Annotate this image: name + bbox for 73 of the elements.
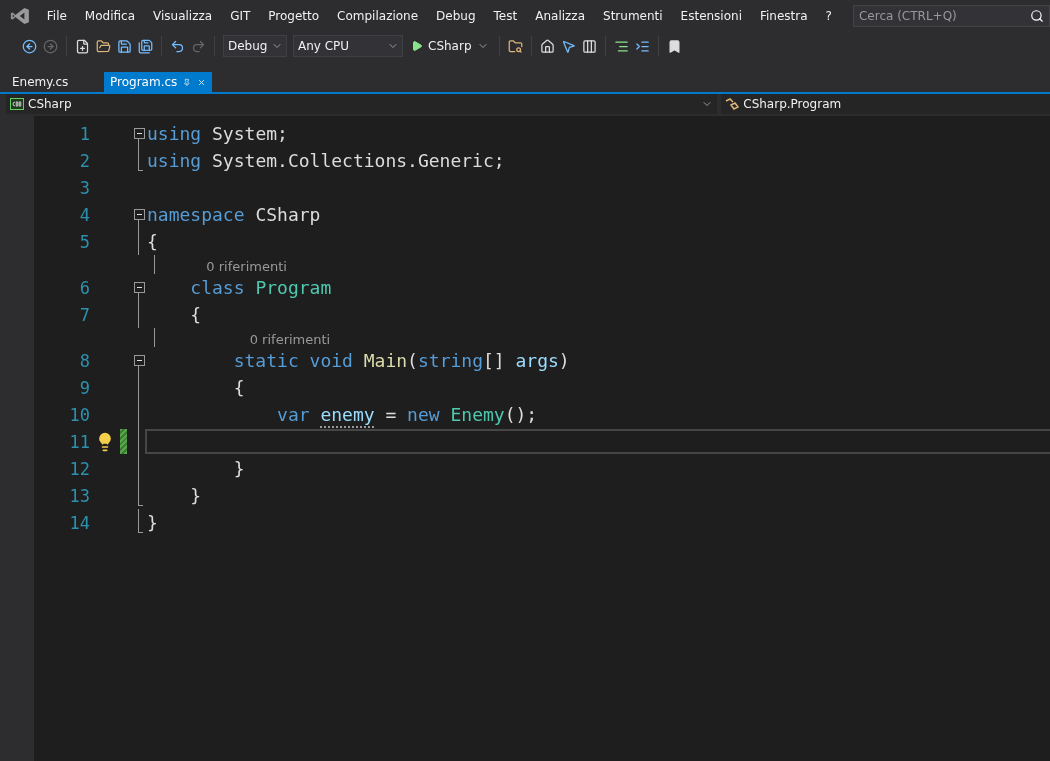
line-number: 11	[68, 431, 90, 452]
code-line: {	[146, 230, 159, 254]
code-line: var enemy = new Enemy();	[276, 403, 539, 427]
line-number: 1	[78, 123, 90, 144]
menu-item[interactable]: Modifica	[75, 9, 144, 23]
menu-item[interactable]: Progetto	[259, 9, 329, 23]
undo-icon[interactable]	[170, 38, 185, 54]
code-line: }	[232, 457, 246, 481]
menu-item[interactable]: GIT	[221, 9, 260, 23]
member-dropdown[interactable]: CSharp.Program	[721, 94, 1050, 114]
new-file-icon[interactable]	[75, 38, 90, 54]
csharp-file-icon	[10, 98, 24, 110]
platform-dropdown[interactable]: Any CPU	[293, 35, 403, 57]
code-line: }	[146, 511, 159, 535]
indent-icon[interactable]	[634, 38, 650, 54]
line-number: 3	[78, 177, 90, 198]
code-line: {	[232, 376, 246, 400]
menu-item[interactable]: Analizza	[526, 9, 594, 23]
line-number: 9	[78, 377, 90, 398]
code-line: using System;	[146, 122, 289, 146]
menu-item[interactable]: ?	[816, 9, 841, 23]
menu-item[interactable]: File	[37, 9, 76, 23]
pointer-icon[interactable]	[560, 38, 576, 54]
align-icon[interactable]	[613, 38, 629, 54]
line-number: 10	[68, 404, 90, 425]
collapse-toggle[interactable]	[133, 128, 145, 139]
reference-count[interactable]: 0 riferimenti	[163, 328, 331, 347]
folder-icon[interactable]	[96, 38, 111, 54]
menu-item[interactable]: Test	[484, 9, 527, 23]
save-icon[interactable]	[117, 38, 132, 54]
search-icon	[1030, 9, 1044, 23]
line-number: 13	[68, 485, 90, 506]
search-field[interactable]: Cerca (CTRL+Q)	[853, 5, 1050, 27]
line-number: 7	[78, 304, 90, 325]
project-dropdown[interactable]: CSharp	[6, 94, 718, 114]
run-button[interactable]: CSharp	[409, 39, 491, 53]
back-icon[interactable]	[22, 38, 37, 54]
file-tab[interactable]: Program.cs	[104, 72, 212, 92]
menu-item[interactable]: Visualizza	[144, 9, 222, 23]
line-number: 2	[78, 150, 90, 171]
columns-icon[interactable]	[581, 38, 597, 54]
line-number: 8	[78, 350, 90, 371]
menu-item[interactable]: Strumenti	[594, 9, 672, 23]
code-line: namespace CSharp	[146, 203, 322, 227]
menu-item[interactable]: Finestra	[751, 9, 817, 23]
code-line: static void Main(string[] args)	[232, 349, 571, 373]
code-line: {	[189, 303, 203, 327]
forward-icon[interactable]	[43, 38, 58, 54]
line-number: 6	[78, 277, 90, 298]
line-number: 14	[68, 512, 90, 533]
class-icon	[725, 98, 740, 110]
menu-item[interactable]: Debug	[427, 9, 485, 23]
redo-icon[interactable]	[191, 38, 206, 54]
line-number: 4	[78, 204, 90, 225]
menu-item[interactable]: Estensioni	[671, 9, 751, 23]
collapse-toggle[interactable]	[133, 209, 145, 220]
collapse-toggle[interactable]	[133, 282, 145, 293]
bookmark-icon[interactable]	[666, 38, 682, 54]
play-icon	[411, 40, 423, 52]
configuration-dropdown[interactable]: Debug	[223, 35, 287, 57]
save-all-icon[interactable]	[138, 38, 153, 54]
line-number: 12	[68, 458, 90, 479]
app-logo-icon	[10, 6, 30, 26]
collapse-toggle[interactable]	[133, 355, 145, 366]
file-tab[interactable]: Enemy.cs	[6, 72, 104, 92]
reference-count[interactable]: 0 riferimenti	[163, 255, 287, 274]
code-line: }	[189, 484, 203, 508]
find-folder-icon[interactable]	[507, 38, 523, 54]
code-line: class Program	[189, 276, 333, 300]
menu-item[interactable]: Compilazione	[328, 9, 428, 23]
line-number: 5	[78, 231, 90, 252]
home-icon[interactable]	[539, 38, 555, 54]
code-line: using System.Collections.Generic;	[146, 149, 506, 173]
